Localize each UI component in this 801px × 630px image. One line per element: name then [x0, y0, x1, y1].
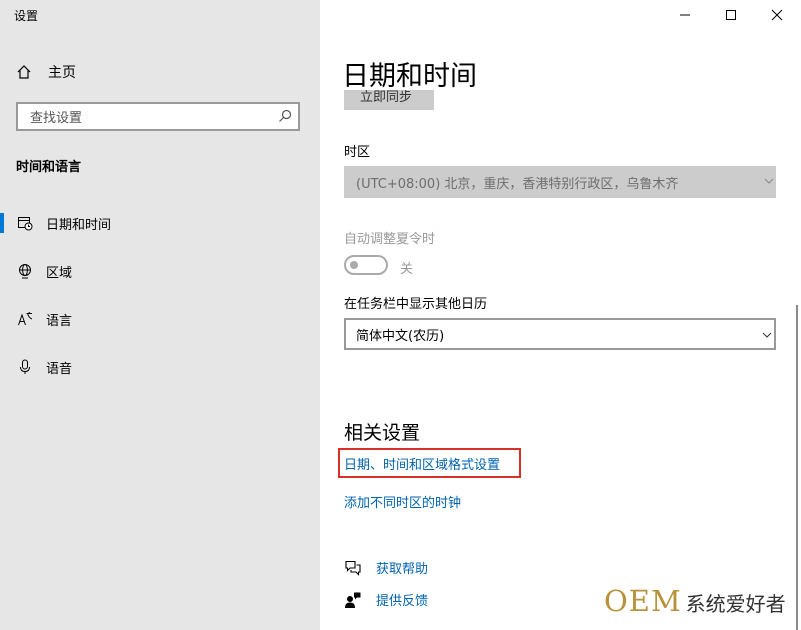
microphone-icon	[16, 358, 34, 376]
close-button[interactable]	[754, 0, 800, 30]
watermark-text: 系统爱好者	[685, 592, 786, 616]
sidebar-item-date-time[interactable]: 日期和时间	[0, 205, 320, 241]
page-title: 日期和时间	[342, 61, 477, 92]
timezone-value: (UTC+08:00) 北京，重庆，香港特别行政区，乌鲁木齐	[356, 176, 679, 192]
calendar-clock-icon	[16, 214, 34, 232]
calendar-select[interactable]: 简体中文(农历)	[344, 318, 776, 350]
close-icon	[771, 9, 783, 21]
watermark: OEM 系统爱好者	[604, 584, 786, 618]
sidebar-item-region[interactable]: 区域	[0, 253, 320, 289]
app-title: 设置	[14, 9, 39, 23]
chevron-down-icon	[762, 332, 772, 338]
minimize-icon	[680, 14, 690, 16]
sidebar-item-label: 日期和时间	[46, 217, 112, 233]
dst-label: 自动调整夏令时	[344, 232, 436, 247]
get-help-link[interactable]: 获取帮助	[376, 558, 428, 577]
scrollbar[interactable]	[796, 305, 798, 630]
sidebar-item-label: 语音	[46, 361, 73, 377]
sidebar-item-label: 语言	[46, 313, 73, 329]
sidebar-item-label: 区域	[46, 265, 73, 281]
timezone-select: (UTC+08:00) 北京，重庆，香港特别行政区，乌鲁木齐	[344, 166, 776, 198]
search-box[interactable]	[16, 102, 300, 131]
dst-toggle-state: 关	[400, 262, 414, 277]
language-icon	[16, 310, 34, 328]
help-chat-icon	[345, 560, 361, 576]
home-label: 主页	[48, 65, 76, 81]
maximize-button[interactable]	[708, 0, 754, 30]
maximize-icon	[726, 10, 736, 20]
search-input[interactable]	[28, 108, 272, 128]
dst-toggle	[344, 255, 388, 275]
timezone-label: 时区	[344, 145, 371, 160]
chevron-down-icon	[764, 178, 774, 184]
calendar-label: 在任务栏中显示其他日历	[344, 297, 488, 312]
feedback-link[interactable]: 提供反馈	[376, 590, 428, 609]
region-format-link[interactable]: 日期、时间和区域格式设置	[344, 454, 500, 473]
sidebar: 设置 主页 时间和语言 日期和时间	[0, 0, 320, 630]
home-nav-item[interactable]: 主页	[16, 62, 76, 82]
feedback-row[interactable]: 提供反馈	[344, 590, 428, 609]
sync-now-button[interactable]: 立即同步	[344, 90, 434, 110]
sync-button-label: 立即同步	[360, 90, 413, 105]
globe-icon	[16, 262, 34, 280]
sidebar-item-language[interactable]: 语言	[0, 301, 320, 337]
minimize-button[interactable]	[662, 0, 708, 30]
section-header: 时间和语言	[16, 160, 82, 175]
search-icon[interactable]	[278, 109, 292, 123]
add-clocks-link[interactable]: 添加不同时区的时钟	[344, 492, 461, 511]
get-help-row[interactable]: 获取帮助	[344, 558, 428, 577]
toggle-knob	[350, 261, 358, 269]
sidebar-item-speech[interactable]: 语音	[0, 349, 320, 385]
feedback-icon	[345, 592, 361, 608]
related-settings-title: 相关设置	[344, 422, 421, 444]
home-icon	[17, 65, 31, 79]
calendar-value: 简体中文(农历)	[356, 328, 445, 344]
watermark-brand: OEM	[604, 584, 682, 618]
